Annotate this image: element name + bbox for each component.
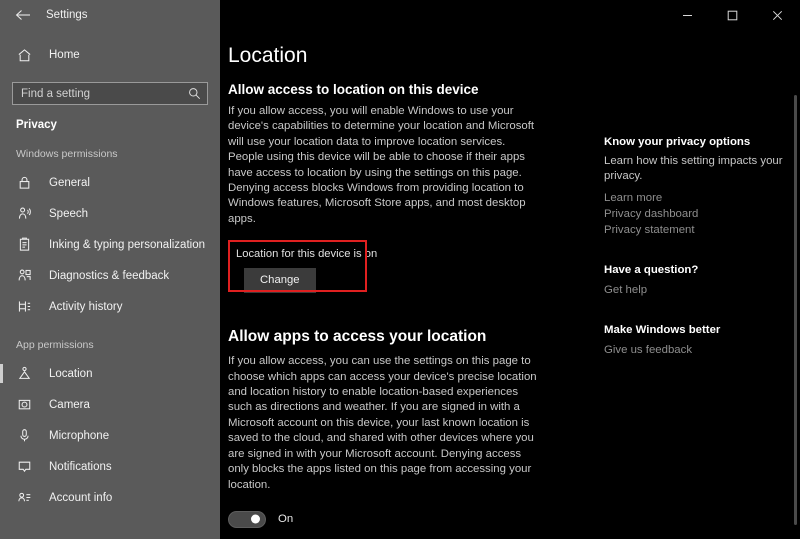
rail-link-privacy-dashboard[interactable]: Privacy dashboard (604, 206, 800, 222)
toggle-knob (251, 514, 260, 524)
rail-heading: Have a question? (604, 263, 699, 276)
section-heading-device-access: Allow access to location on this device (228, 82, 479, 97)
home-icon (16, 47, 33, 64)
sidebar-group-title-windows-permissions: Windows permissions (16, 148, 118, 160)
sidebar: Home Privacy Windows permissions (0, 30, 220, 539)
sidebar-item-label: Location (49, 367, 93, 380)
device-location-status: Location for this device is on (236, 248, 378, 261)
sidebar-item-camera[interactable]: Camera (0, 389, 220, 420)
apps-access-section: Allow apps to access your location If yo… (228, 328, 540, 539)
rail-link-get-help[interactable]: Get help (604, 282, 800, 298)
sidebar-item-label: Speech (49, 207, 89, 220)
search-input[interactable] (21, 87, 187, 100)
sidebar-item-speech[interactable]: Speech (0, 198, 220, 229)
apps-location-toggle[interactable] (228, 510, 266, 528)
rail-link-privacy-statement[interactable]: Privacy statement (604, 222, 800, 238)
notifications-icon (16, 458, 33, 475)
sidebar-item-label: Inking & typing personalization (49, 238, 205, 251)
sidebar-item-label: Diagnostics & feedback (49, 269, 170, 282)
sidebar-item-microphone[interactable]: Microphone (0, 420, 220, 451)
back-arrow-icon[interactable] (14, 6, 32, 24)
main-content: Location Allow access to location on thi… (220, 30, 800, 539)
camera-icon (16, 396, 33, 413)
sidebar-category-title: Privacy (16, 119, 57, 131)
sidebar-item-home[interactable]: Home (0, 38, 220, 72)
section-description-device-access: If you allow access, you will enable Win… (228, 105, 535, 225)
lock-icon (16, 174, 33, 191)
sidebar-item-activity-history[interactable]: Activity history (0, 291, 220, 322)
sidebar-group-title-app-permissions: App permissions (16, 339, 94, 351)
search-icon[interactable] (187, 87, 201, 101)
device-status-block: Location for this device is on Change (228, 240, 540, 302)
rail-heading: Know your privacy options (604, 136, 751, 148)
close-button[interactable] (755, 0, 800, 30)
sidebar-item-inking-typing-personalization[interactable]: Inking & typing personalization (0, 229, 220, 260)
activity-history-icon (16, 298, 33, 315)
account-info-icon (16, 489, 33, 506)
window-title: Settings (46, 9, 88, 21)
search-box[interactable] (12, 82, 208, 105)
sidebar-home-label: Home (49, 49, 80, 61)
apps-location-toggle-row: On (228, 510, 540, 528)
rail-link-learn-more[interactable]: Learn more (604, 190, 800, 206)
sidebar-item-label: Account info (49, 491, 113, 504)
apps-location-toggle-label: On (278, 513, 294, 526)
minimize-button[interactable] (665, 0, 710, 30)
maximize-button[interactable] (710, 0, 755, 30)
sidebar-item-general[interactable]: General (0, 167, 220, 198)
title-bar-left: Settings (0, 0, 220, 30)
settings-window: Settings Home Find a setting Privacy Win… (0, 0, 800, 539)
sidebar-item-notifications[interactable]: Notifications (0, 451, 220, 482)
rail-link-give-us-feedback[interactable]: Give us feedback (604, 342, 800, 358)
main-column: Allow access to location on this device … (228, 82, 540, 539)
location-pin-icon (16, 365, 33, 382)
diagnostics-icon (16, 267, 33, 284)
title-bar: Settings (0, 0, 800, 30)
rail-heading: Make Windows better (604, 323, 721, 336)
rail-text: Learn how this setting impacts your priv… (604, 155, 783, 183)
sidebar-item-label: General (49, 176, 90, 189)
right-rail: Know your privacy options Learn how this… (540, 82, 800, 539)
rail-group-privacy-options: Know your privacy options Learn how this… (604, 136, 800, 238)
rail-group-make-windows-better: Make Windows better Give us feedback (604, 324, 800, 358)
page-title: Location (228, 44, 308, 67)
section-description-apps-access: If you allow access, you can use the set… (228, 355, 537, 491)
sidebar-item-label: Activity history (49, 300, 123, 313)
rail-group-have-a-question: Have a question? Get help (604, 264, 800, 298)
sidebar-item-diagnostics-feedback[interactable]: Diagnostics & feedback (0, 260, 220, 291)
sidebar-item-account-info[interactable]: Account info (0, 482, 220, 513)
window-body: Home Privacy Windows permissions (0, 30, 800, 539)
speech-icon (16, 205, 33, 222)
sidebar-item-label: Microphone (49, 429, 110, 442)
main-scrollbar[interactable] (794, 95, 797, 525)
microphone-icon (16, 427, 33, 444)
sidebar-item-label: Notifications (49, 460, 112, 473)
sidebar-item-location[interactable]: Location (0, 358, 220, 389)
sidebar-item-label: Camera (49, 398, 90, 411)
change-button[interactable]: Change (244, 268, 316, 294)
clipboard-pen-icon (16, 236, 33, 253)
window-controls (220, 0, 800, 30)
section-heading-apps-access: Allow apps to access your location (228, 328, 487, 346)
